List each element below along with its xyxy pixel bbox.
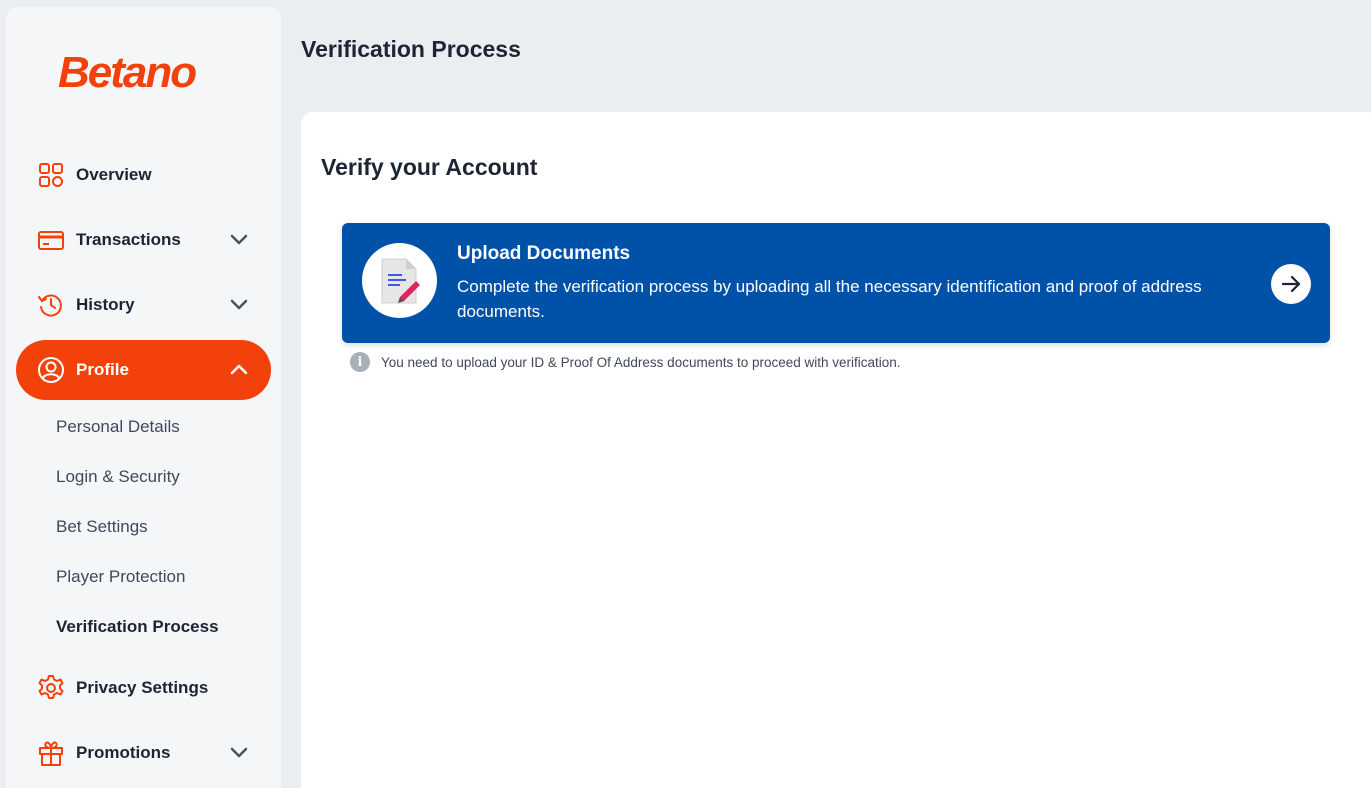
upload-documents-button[interactable]: Upload Documents Complete the verificati… bbox=[342, 223, 1330, 343]
sidebar: Betano Overview Transactions History Pro… bbox=[6, 7, 281, 788]
gear-icon bbox=[36, 673, 66, 703]
chevron-down-icon[interactable] bbox=[229, 295, 249, 315]
gift-icon bbox=[36, 738, 66, 768]
sidebar-item-label: Privacy Settings bbox=[76, 678, 209, 697]
verification-card: Verify your Account Upload Documents Com… bbox=[301, 112, 1371, 788]
arrow-right-icon[interactable] bbox=[1271, 264, 1311, 304]
info-note: i You need to upload your ID & Proof Of … bbox=[350, 352, 901, 372]
credit-card-icon bbox=[36, 225, 66, 255]
card-title: Verify your Account bbox=[321, 154, 538, 180]
chevron-up-icon[interactable] bbox=[229, 360, 249, 380]
sidebar-subitem-personal-details[interactable]: Personal Details bbox=[56, 417, 180, 437]
page-title: Verification Process bbox=[301, 36, 521, 62]
grid-icon bbox=[36, 160, 66, 190]
document-pen-icon bbox=[362, 243, 437, 318]
sidebar-subitem-login-security[interactable]: Login & Security bbox=[56, 467, 180, 487]
sidebar-subitem-player-protection[interactable]: Player Protection bbox=[56, 567, 185, 587]
chevron-down-icon[interactable] bbox=[229, 743, 249, 763]
sidebar-item-promotions[interactable]: Promotions bbox=[16, 723, 271, 783]
info-note-text: You need to upload your ID & Proof Of Ad… bbox=[381, 354, 901, 370]
sidebar-item-label: History bbox=[76, 295, 135, 314]
sidebar-item-profile[interactable]: Profile bbox=[16, 340, 271, 400]
betano-logo[interactable]: Betano bbox=[58, 51, 197, 95]
sidebar-item-label: Promotions bbox=[76, 743, 171, 762]
chevron-down-icon[interactable] bbox=[229, 230, 249, 250]
sidebar-item-overview[interactable]: Overview bbox=[16, 145, 271, 205]
sidebar-item-label: Transactions bbox=[76, 230, 181, 249]
sidebar-subitem-verification-process[interactable]: Verification Process bbox=[56, 617, 219, 637]
upload-title: Upload Documents bbox=[457, 243, 631, 264]
sidebar-item-label: Profile bbox=[76, 360, 129, 379]
sidebar-item-label: Overview bbox=[76, 165, 152, 184]
sidebar-item-privacy-settings[interactable]: Privacy Settings bbox=[16, 658, 271, 718]
sidebar-subitem-bet-settings[interactable]: Bet Settings bbox=[56, 517, 148, 537]
user-icon bbox=[36, 355, 66, 385]
info-icon: i bbox=[350, 352, 370, 372]
upload-description: Complete the verification process by upl… bbox=[457, 277, 1202, 321]
sidebar-item-transactions[interactable]: Transactions bbox=[16, 210, 271, 270]
sidebar-item-history[interactable]: History bbox=[16, 275, 271, 335]
history-icon bbox=[36, 290, 66, 320]
